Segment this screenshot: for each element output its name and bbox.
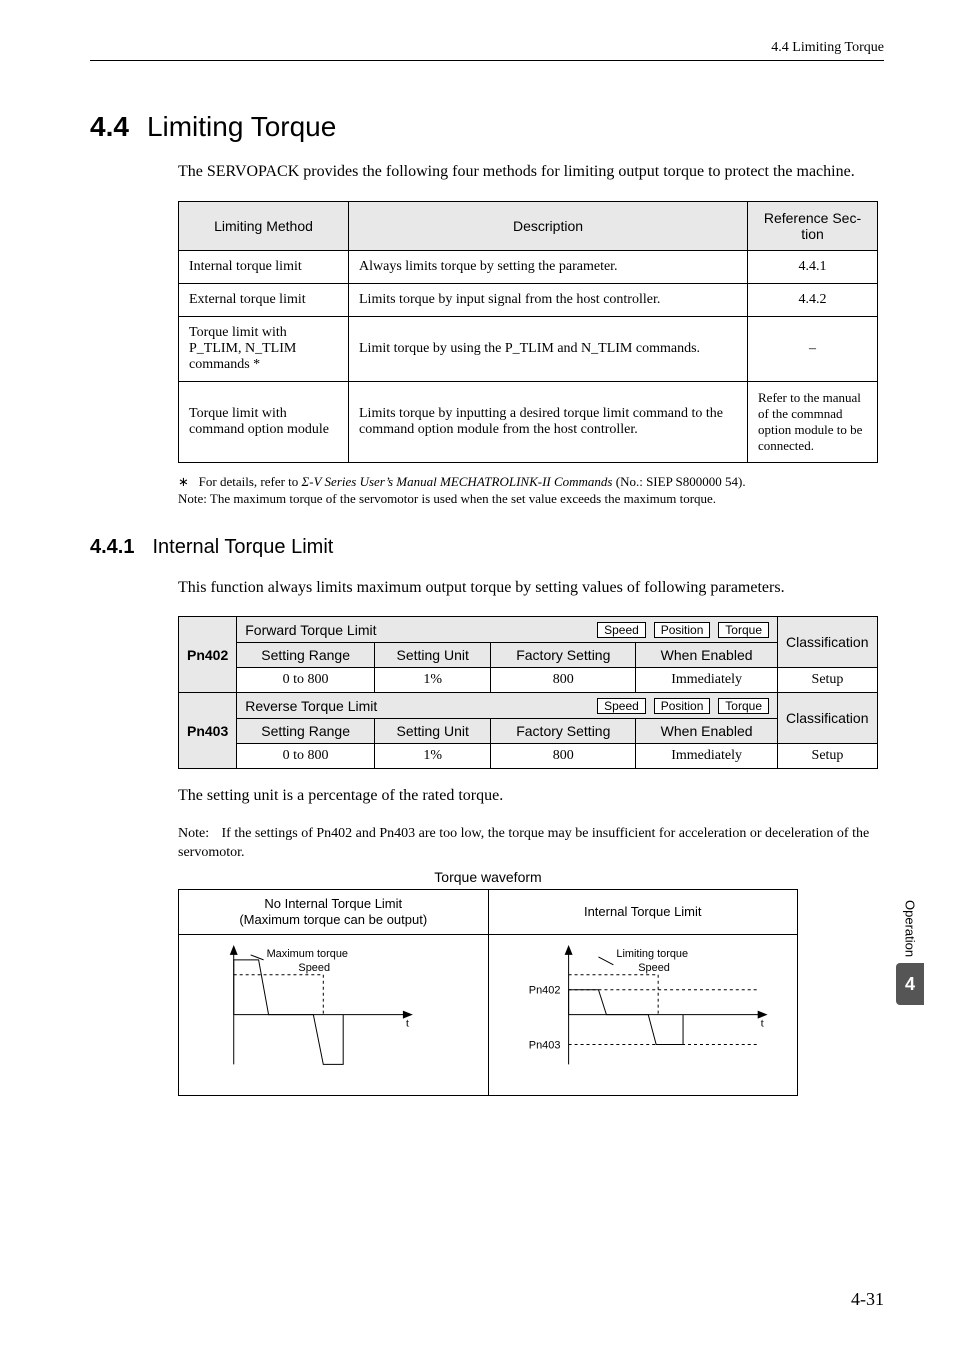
table-row: Internal torque limit Always limits torq…: [179, 250, 878, 283]
chapter-tab-number: 4: [896, 963, 924, 1005]
section-intro: The SERVOPACK provides the following fou…: [178, 161, 884, 183]
classification-head: Classification: [778, 617, 878, 668]
subsection-title: Internal Torque Limit: [152, 536, 333, 559]
waveform-caption: Torque waveform: [178, 869, 798, 885]
subsection-number: 4.4.1: [90, 536, 134, 559]
table-row: Pn402 Forward Torque Limit Speed Positio…: [179, 617, 878, 643]
methods-th-desc: Description: [349, 201, 748, 250]
param-pn: Pn403: [179, 693, 237, 769]
table-row: Torque limit with P_TLIM, N_TLIM command…: [179, 316, 878, 381]
chapter-tab-label: Operation: [903, 900, 918, 957]
table-row: Pn403 Reverse Torque Limit Speed Positio…: [179, 693, 878, 719]
param-unit-note: The setting unit is a percentage of the …: [178, 785, 884, 807]
section-title: Limiting Torque: [147, 111, 336, 143]
subsection-heading: 4.4.1 Internal Torque Limit: [90, 536, 884, 559]
waveform-figure: No Internal Torque Limit (Maximum torque…: [178, 889, 798, 1097]
section-heading: 4.4 Limiting Torque: [90, 111, 884, 143]
waveform-left-svg: Maximum torque Speed t: [179, 935, 487, 1094]
methods-th-method: Limiting Method: [179, 201, 349, 250]
waveform-right-svg: Limiting torque Speed Pn402 Pn403 t: [489, 935, 797, 1094]
label-limiting-torque: Limiting torque: [616, 948, 688, 960]
page-number: 4-31: [851, 1289, 884, 1310]
waveform-left: Maximum torque Speed t: [179, 935, 489, 1095]
note-label: Note:: [178, 491, 207, 506]
mode-tag: Torque: [718, 622, 769, 638]
table-row: Setting Range Setting Unit Factory Setti…: [179, 719, 878, 744]
limiting-methods-table: Limiting Method Description Reference Se…: [178, 201, 878, 463]
footnote-asterisk: ∗: [178, 474, 189, 489]
classification-head: Classification: [778, 693, 878, 744]
label-speed: Speed: [298, 962, 330, 974]
table-row: 0 to 800 1% 800 Immediately Setup: [179, 668, 878, 693]
table-row: Torque limit with command option module …: [179, 381, 878, 462]
header-rule: [90, 60, 884, 61]
methods-footnotes: ∗ For details, refer to Σ-V Series User’…: [178, 473, 884, 508]
methods-th-ref: Reference Sec- tion: [748, 201, 878, 250]
mode-tag: Position: [654, 622, 711, 638]
label-t: t: [760, 1016, 764, 1030]
waveform-right: Limiting torque Speed Pn402 Pn403 t: [489, 935, 798, 1095]
chapter-tab: Operation 4: [896, 900, 924, 1005]
label-pn402: Pn402: [528, 985, 560, 997]
label-t: t: [406, 1016, 410, 1030]
mode-tag: Torque: [718, 698, 769, 714]
parameter-table: Pn402 Forward Torque Limit Speed Positio…: [178, 616, 878, 769]
mode-tag: Speed: [597, 622, 646, 638]
mode-tag: Speed: [597, 698, 646, 714]
table-row: 0 to 800 1% 800 Immediately Setup: [179, 744, 878, 769]
label-pn403: Pn403: [528, 1040, 560, 1052]
subsection-intro: This function always limits maximum outp…: [178, 577, 884, 599]
table-row: External torque limit Limits torque by i…: [179, 283, 878, 316]
param-title: Forward Torque Limit: [245, 622, 376, 638]
param-note: Note: If the settings of Pn402 and Pn403…: [178, 825, 884, 863]
mode-tag: Position: [654, 698, 711, 714]
param-pn: Pn402: [179, 617, 237, 693]
label-max-torque: Maximum torque: [267, 948, 348, 960]
table-row: Setting Range Setting Unit Factory Setti…: [179, 643, 878, 668]
section-number: 4.4: [90, 111, 129, 143]
param-title: Reverse Torque Limit: [245, 698, 377, 714]
waveform-right-title: Internal Torque Limit: [489, 890, 798, 936]
running-head: 4.4 Limiting Torque: [90, 40, 884, 56]
label-speed: Speed: [638, 962, 670, 974]
waveform-left-title: No Internal Torque Limit (Maximum torque…: [179, 890, 489, 936]
